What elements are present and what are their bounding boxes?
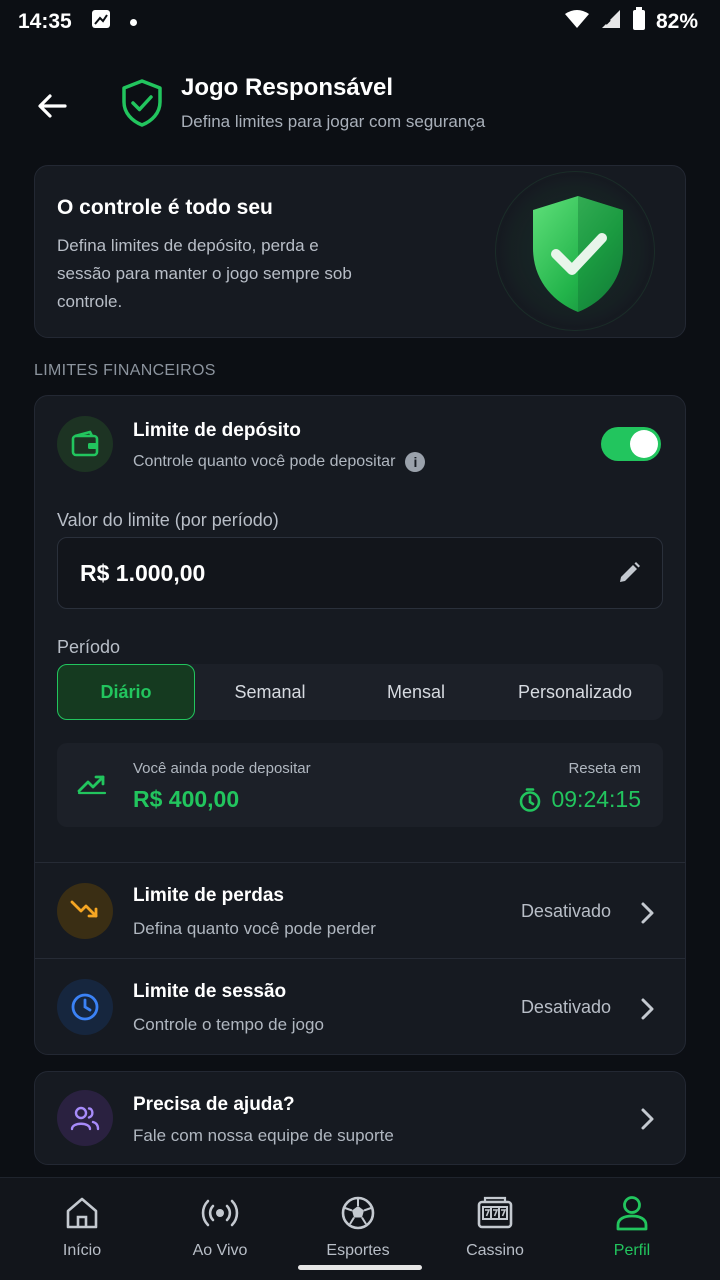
clock-icon xyxy=(57,979,113,1035)
shield-check-icon xyxy=(120,78,164,133)
period-selector: Diário Semanal Mensal Personalizado xyxy=(57,664,663,720)
battery-percent: 82% xyxy=(655,10,698,33)
page-subtitle: Defina limites para jogar com segurança xyxy=(181,112,486,131)
loss-limit-status: Desativado xyxy=(520,901,611,921)
users-icon xyxy=(57,1090,113,1146)
nav-item-casino[interactable]: Cassino xyxy=(440,1194,550,1260)
status-bar: 14:35 82% xyxy=(0,0,720,44)
session-limit-status: Desativado xyxy=(520,997,611,1017)
arrow-left-icon xyxy=(38,94,67,118)
deposit-limit-subtitle: Controle quanto você pode depositar i xyxy=(133,452,426,472)
period-option-monthly[interactable]: Mensal xyxy=(345,664,487,720)
nav-item-sports[interactable]: Esportes xyxy=(303,1194,413,1260)
period-label: Período xyxy=(57,637,121,657)
hero-title: O controle é todo seu xyxy=(57,196,273,219)
live-icon xyxy=(165,1194,275,1232)
financial-limits-card: Limite de depósito Controle quanto você … xyxy=(34,395,686,1055)
session-limit-row[interactable]: Limite de sessão Controle o tempo de jog… xyxy=(35,959,685,1055)
wifi-icon xyxy=(564,9,590,35)
period-option-daily[interactable]: Diário xyxy=(57,664,195,720)
battery-icon xyxy=(632,7,646,37)
hero-text: Defina limites de depósito, perda e sess… xyxy=(57,236,352,311)
stopwatch-icon xyxy=(520,787,541,812)
home-indicator xyxy=(298,1265,422,1270)
session-limit-subtitle: Controle o tempo de jogo xyxy=(133,1015,324,1034)
wallet-icon xyxy=(57,416,113,472)
shield-illustration-icon xyxy=(523,192,633,323)
reset-value: 09:24:15 xyxy=(551,786,641,812)
chevron-right-icon xyxy=(639,901,655,930)
help-card[interactable]: Precisa de ajuda? Fale com nossa equipe … xyxy=(34,1071,686,1165)
image-notification-icon xyxy=(90,8,112,36)
nav-item-home[interactable]: Início xyxy=(27,1194,137,1260)
session-limit-title: Limite de sessão xyxy=(133,981,287,1002)
chevron-right-icon xyxy=(639,997,655,1026)
loss-limit-subtitle: Defina quanto você pode perder xyxy=(133,919,376,938)
trending-up-icon xyxy=(77,771,107,800)
nav-label-sports: Esportes xyxy=(326,1242,390,1259)
period-option-custom[interactable]: Personalizado xyxy=(487,664,663,720)
nav-item-live[interactable]: Ao Vivo xyxy=(165,1194,275,1260)
deposit-limit-toggle[interactable] xyxy=(601,427,661,461)
back-button[interactable] xyxy=(30,84,74,128)
user-icon xyxy=(577,1194,687,1232)
deposit-limit-subtitle-text: Controle quanto você pode depositar xyxy=(133,453,396,470)
remaining-value: R$ 400,00 xyxy=(133,786,240,812)
home-icon xyxy=(27,1194,137,1232)
nav-label-live: Ao Vivo xyxy=(192,1242,248,1259)
limit-amount-field[interactable]: R$ 1.000,00 xyxy=(57,537,663,609)
limit-amount-value: R$ 1.000,00 xyxy=(80,560,206,586)
soccer-ball-icon xyxy=(303,1194,413,1232)
trending-down-icon xyxy=(57,883,113,939)
slot-machine-icon xyxy=(440,1194,550,1232)
nav-label-home: Início xyxy=(62,1242,102,1259)
help-subtitle: Fale com nossa equipe de suporte xyxy=(133,1126,394,1145)
notification-dot-icon xyxy=(129,18,137,26)
nav-item-profile[interactable]: Perfil xyxy=(577,1194,687,1260)
loss-limit-title: Limite de perdas xyxy=(133,885,284,906)
deposit-limit-title: Limite de depósito xyxy=(133,420,301,441)
page-header: Jogo Responsável Defina limites para jog… xyxy=(0,64,720,144)
section-label: LIMITES FINANCEIROS xyxy=(34,362,216,379)
nav-label-casino: Cassino xyxy=(466,1242,524,1259)
pencil-icon[interactable] xyxy=(616,560,642,591)
reset-label: Reseta em xyxy=(568,760,641,777)
signal-icon xyxy=(600,8,622,36)
help-title: Precisa de ajuda? xyxy=(133,1094,295,1115)
toggle-knob xyxy=(630,430,658,458)
remaining-box: Você ainda pode depositar R$ 400,00 Rese… xyxy=(57,743,663,827)
loss-limit-row[interactable]: Limite de perdas Defina quanto você pode… xyxy=(35,863,685,959)
chevron-right-icon xyxy=(639,1107,655,1136)
hero-card: O controle é todo seu Defina limites de … xyxy=(34,165,686,338)
remaining-label: Você ainda pode depositar xyxy=(133,760,311,777)
page-title: Jogo Responsável xyxy=(181,74,394,101)
nav-label-profile: Perfil xyxy=(613,1242,651,1259)
status-time: 14:35 xyxy=(18,10,72,33)
limit-value-label: Valor do limite (por período) xyxy=(57,510,279,530)
period-option-weekly[interactable]: Semanal xyxy=(195,664,345,720)
reset-timer: 09:24:15 xyxy=(517,786,641,813)
info-icon[interactable]: i xyxy=(405,452,426,472)
